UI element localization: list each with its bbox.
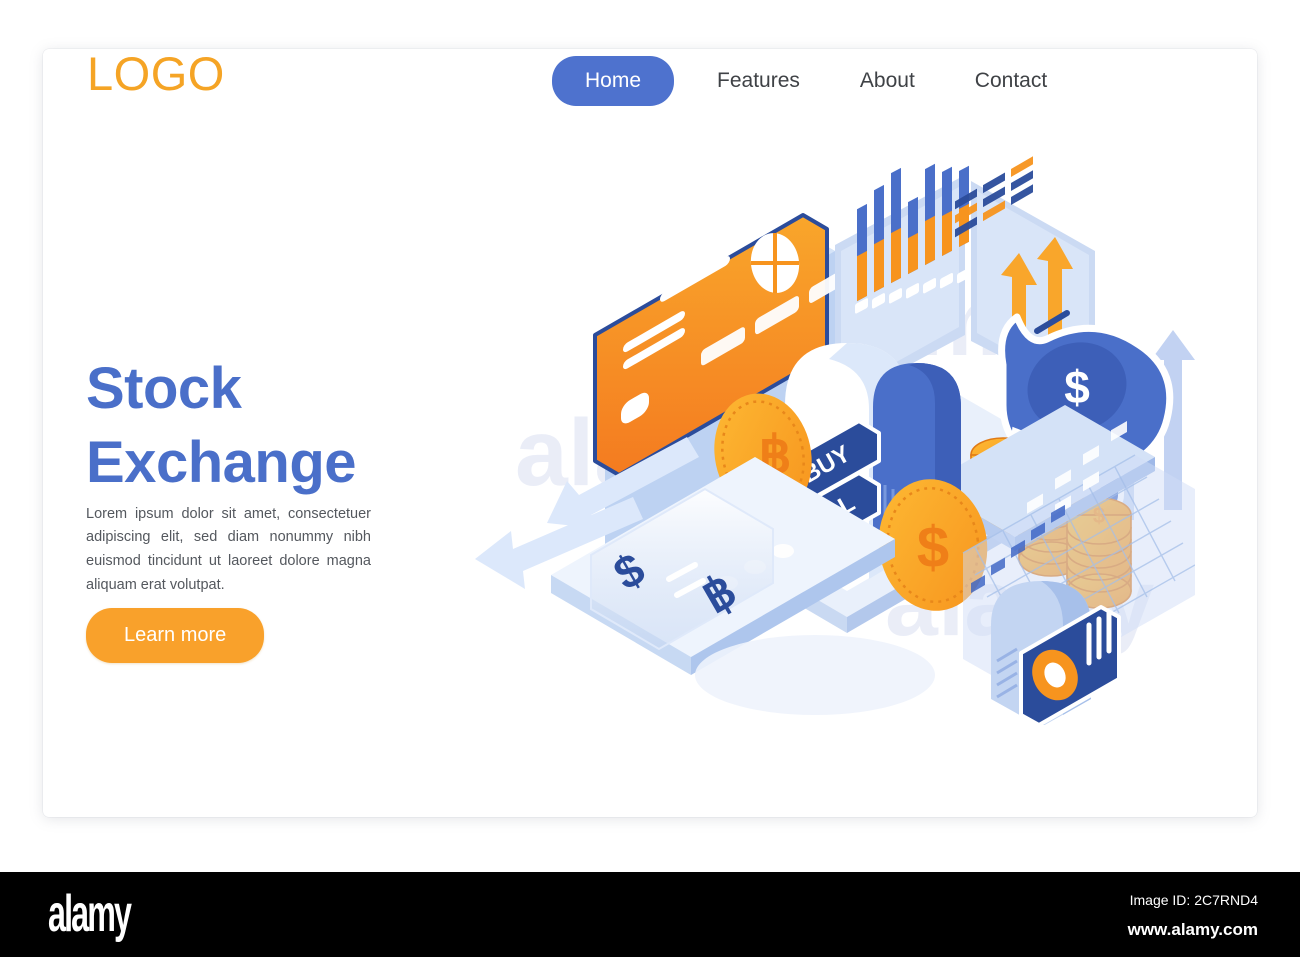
nav-item-about[interactable]: About (830, 69, 945, 93)
alamy-url: www.alamy.com (1127, 920, 1258, 939)
learn-more-button[interactable]: Learn more (86, 608, 265, 663)
nav-item-features[interactable]: Features (687, 69, 830, 93)
page-title: Stock Exchange (86, 352, 506, 499)
nav-item-home[interactable]: Home (552, 56, 675, 106)
ground-shadow (695, 635, 935, 715)
hero-paragraph: Lorem ipsum dolor sit amet, consectetuer… (86, 505, 371, 594)
headline-line-1: Stock (86, 355, 242, 421)
headline-line-2: Exchange (86, 429, 357, 495)
nav-item-contact[interactable]: Contact (945, 69, 1077, 93)
alamy-logo: alamy (48, 885, 132, 943)
screenshot-root: LOGO Home Features About Contact Stock E… (0, 0, 1300, 957)
stock-watermark-bar: alamy Image ID: 2C7RND4 www.alamy.com (0, 872, 1300, 957)
site-logo[interactable]: LOGO (87, 50, 225, 97)
image-id-label: Image ID: 2C7RND4 (1129, 892, 1258, 908)
piggy-dollar-symbol: $ (1064, 361, 1090, 413)
hero-illustration: alamy alamy alamy (455, 155, 1195, 725)
dollar-symbol: $ (917, 515, 949, 580)
main-navigation: Home Features About Contact (552, 56, 1077, 106)
